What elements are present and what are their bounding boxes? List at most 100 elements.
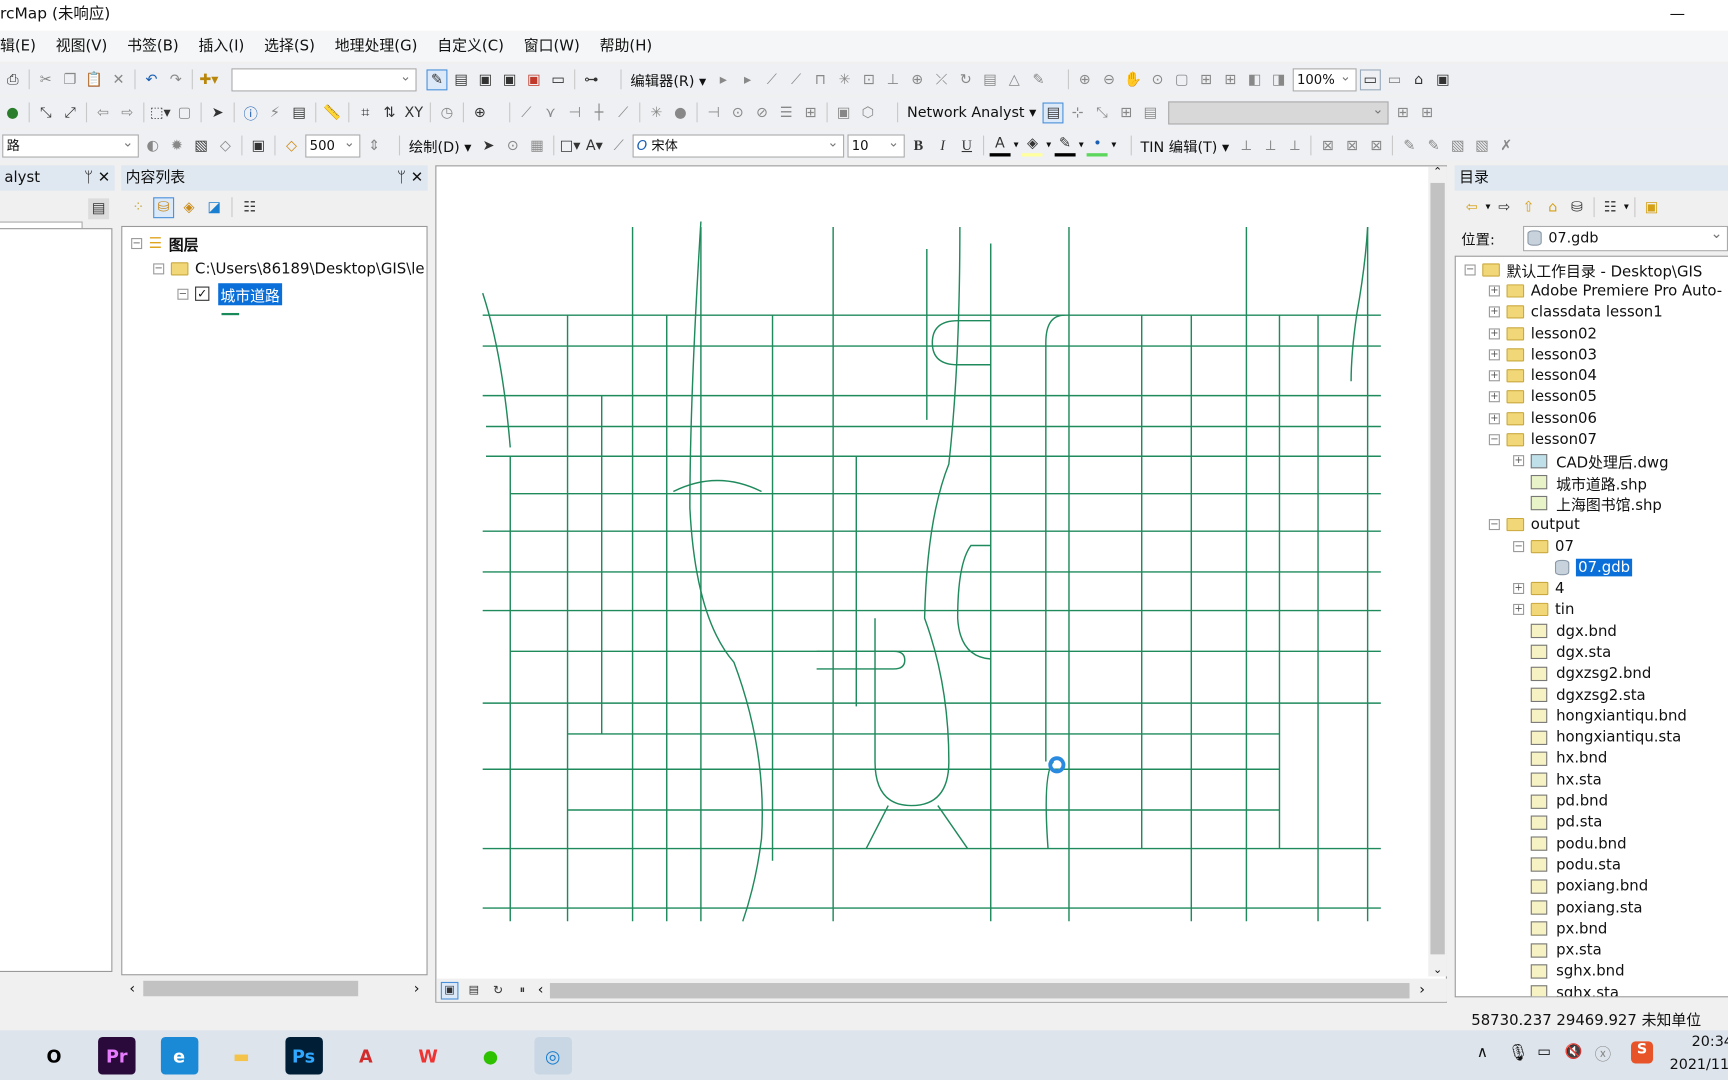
fixed-zoom-out-icon[interactable]: ⊖ <box>1099 69 1120 90</box>
catalog-item[interactable]: 07.gdb <box>1465 557 1728 578</box>
rectangle-icon[interactable]: □▾ <box>560 135 581 156</box>
topology-icon-3[interactable]: ⊣ <box>564 102 585 123</box>
topology-icon-11[interactable]: ☰ <box>776 102 797 123</box>
font-color-icon[interactable]: A <box>989 135 1011 156</box>
expand-icon[interactable]: + <box>1513 455 1525 467</box>
sketch-props-icon[interactable]: △ <box>1004 69 1025 90</box>
fixed-zoom-out-tool-icon[interactable]: ⤢ <box>60 102 81 123</box>
tin-tool-icon-11[interactable]: ✗ <box>1496 135 1517 156</box>
catalog-item[interactable]: dgx.bnd <box>1465 621 1728 642</box>
topology-icon-6[interactable]: ✳ <box>646 102 667 123</box>
options-icon[interactable]: ☷ <box>239 197 260 218</box>
collapse-icon[interactable]: − <box>131 237 143 249</box>
tin-tool-icon-3[interactable]: ⟂ <box>1284 135 1305 156</box>
refresh-button[interactable]: ↻ <box>489 981 507 999</box>
expand-icon[interactable]: + <box>1488 412 1500 424</box>
cut-polygon-icon[interactable]: ⤫ <box>931 69 952 90</box>
fill-color-icon[interactable]: ◈ <box>1021 135 1043 156</box>
topology-icon-2[interactable]: ⋎ <box>540 102 561 123</box>
catalog-item[interactable]: 城市道路.shp <box>1465 472 1728 493</box>
scale-combo[interactable] <box>231 66 417 91</box>
collapse-icon[interactable]: − <box>1488 434 1500 446</box>
solve-icon[interactable]: ⊞ <box>1392 102 1413 123</box>
font-size-combo[interactable]: 10 <box>847 132 905 158</box>
edit-annotation-icon[interactable]: ▸ <box>737 69 758 90</box>
collapse-icon[interactable]: − <box>1513 540 1525 552</box>
collapse-icon[interactable]: − <box>153 262 165 274</box>
volume-muted-icon[interactable]: 🔇 <box>1565 1044 1583 1061</box>
focus-frame-icon[interactable]: ▭ <box>1384 69 1405 90</box>
menu-item[interactable]: 视图(V) <box>46 31 117 62</box>
tin-tool-icon-7[interactable]: ✎ <box>1399 135 1420 156</box>
select-elements-draw-icon[interactable]: ➤ <box>478 135 499 156</box>
expand-icon[interactable]: + <box>1513 604 1525 616</box>
create-features-icon[interactable]: ✎ <box>1028 69 1049 90</box>
map-vscrollbar[interactable]: ⌃ ⌄ <box>1428 166 1447 976</box>
network-analyst-window-icon[interactable]: ▤ <box>1042 101 1064 123</box>
layout-view-button[interactable]: ▤ <box>465 981 483 999</box>
model-builder-icon[interactable]: ⊶ <box>581 69 602 90</box>
close-icon[interactable]: ✕ <box>411 169 423 187</box>
menu-item[interactable]: 辑(E) <box>0 31 46 62</box>
network-analyst-menu[interactable]: Network Analyst ▾ <box>904 104 1040 121</box>
topology-icon-4[interactable]: ┼ <box>588 102 609 123</box>
expand-icon[interactable]: + <box>1488 306 1500 318</box>
tin-tool-icon-6[interactable]: ⊠ <box>1366 135 1387 156</box>
layer-combo[interactable]: 路 <box>2 132 139 158</box>
pin-icon[interactable]: ᛘ <box>397 169 406 187</box>
directions-icon[interactable]: ▤ <box>1140 102 1161 123</box>
catalog-item[interactable]: dgxzsg2.bnd <box>1465 663 1728 684</box>
tin-tool-icon-1[interactable]: ⟂ <box>1236 135 1257 156</box>
font-combo[interactable]: O 宋体 <box>632 132 844 158</box>
map-view[interactable]: ⌃ ⌄ ▣ ▤ ↻ ⏸ ‹ › <box>435 165 1447 1003</box>
toc-layer-row[interactable]: − ✓ 城市道路 <box>131 281 426 306</box>
list-by-drawing-order-icon[interactable]: ⁘ <box>128 197 149 218</box>
topology-icon-12[interactable]: ⊞ <box>800 102 821 123</box>
find-route-icon[interactable]: ⇅ <box>379 102 400 123</box>
delete-icon[interactable]: ✕ <box>108 69 129 90</box>
catalog-item[interactable]: + lesson02 <box>1465 323 1728 344</box>
point-icon[interactable]: ✳ <box>834 69 855 90</box>
taskbar-cortana-icon[interactable]: O <box>35 1037 72 1074</box>
rotate-element-icon[interactable]: ⊙ <box>502 135 523 156</box>
fixed-zoom-in-tool-icon[interactable]: ⤡ <box>35 102 56 123</box>
expand-icon[interactable]: + <box>1488 285 1500 297</box>
catalog-item[interactable]: px.sta <box>1465 939 1728 960</box>
network-dataset-combo[interactable] <box>1168 99 1389 124</box>
menu-item[interactable]: 窗口(W) <box>514 31 590 62</box>
topology-icon-5[interactable]: ⟋ <box>613 102 634 123</box>
zoom-selected-elements-icon[interactable]: ▦ <box>527 135 548 156</box>
location-input[interactable]: 07.gdb <box>1523 223 1728 251</box>
menu-item[interactable]: 插入(I) <box>189 31 255 62</box>
catalog-item[interactable]: +4 <box>1465 578 1728 599</box>
flicker-icon[interactable]: ◇ <box>215 135 236 156</box>
catalog-item[interactable]: + lesson05 <box>1465 387 1728 408</box>
layer-visibility-checkbox[interactable]: ✓ <box>195 286 210 301</box>
list-by-source-icon[interactable]: ⛁ <box>153 196 175 218</box>
catalog-item[interactable]: hx.sta <box>1465 769 1728 790</box>
change-layout-icon[interactable]: ⌂ <box>1408 69 1429 90</box>
catalog-item[interactable]: poxiang.sta <box>1465 897 1728 918</box>
taskbar-arcmap-icon[interactable]: ◎ <box>533 1037 572 1075</box>
new-folder-icon[interactable]: ▣ <box>1641 197 1662 218</box>
taskbar-wps-icon[interactable]: W <box>409 1037 446 1074</box>
python-window-icon[interactable]: ▭ <box>548 69 569 90</box>
fixed-zoom-in-icon[interactable]: ⊕ <box>1074 69 1095 90</box>
pan-icon[interactable]: ✋ <box>1123 69 1144 90</box>
list-by-visibility-icon[interactable]: ◈ <box>179 197 200 218</box>
create-viewer-icon[interactable]: ⊕ <box>469 102 490 123</box>
reference-scale-input[interactable]: 500 <box>305 132 361 158</box>
redo-icon[interactable]: ↷ <box>165 69 186 90</box>
network-disconnected-icon[interactable]: ⓧ <box>1595 1043 1612 1066</box>
menu-item[interactable]: 自定义(C) <box>427 31 513 62</box>
pause-drawing-button[interactable]: ⏸ <box>514 981 532 999</box>
catalog-item[interactable]: − 07 <box>1465 535 1728 556</box>
up-one-level-icon[interactable]: ⇧ <box>1518 197 1539 218</box>
topology-icon-10[interactable]: ⊘ <box>752 102 773 123</box>
edit-vertices-draw-icon[interactable]: ⟋ <box>608 135 629 156</box>
editor-toolbar-icon[interactable]: ✎ <box>426 68 448 90</box>
toc-layers-row[interactable]: − ☰ 图层 <box>131 230 426 255</box>
split-icon[interactable]: ⊕ <box>907 69 928 90</box>
globe-icon[interactable]: ● <box>2 102 23 123</box>
attributes-icon[interactable]: ▤ <box>980 69 1001 90</box>
